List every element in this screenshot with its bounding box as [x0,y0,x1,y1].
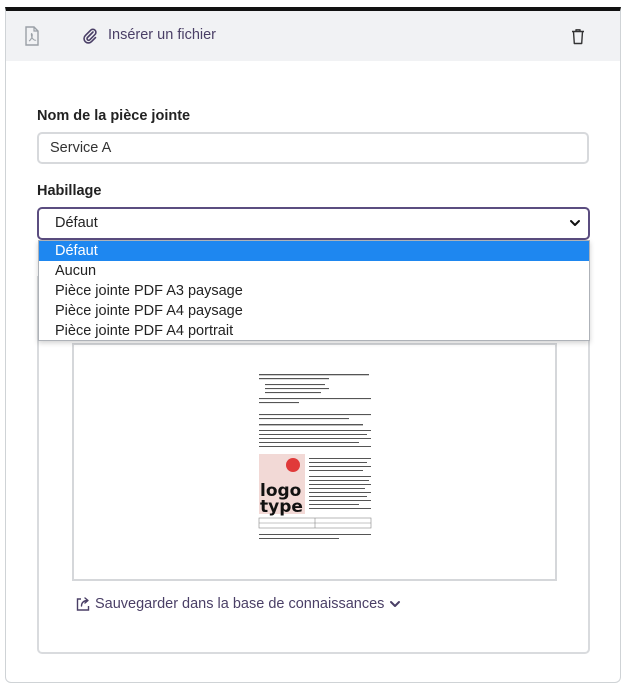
save-to-knowledge-base-link[interactable]: Sauvegarder dans la base de connaissance… [75,594,401,614]
attachment-card: Insérer un fichier Nom de la pièce joint… [5,7,621,683]
attachment-toolbar: Insérer un fichier [6,11,620,61]
habillage-dropdown-list: Défaut Aucun Pièce jointe PDF A3 paysage… [38,240,590,341]
document-preview-thumbnail: logo type [258,374,372,539]
habillage-selected-value: Défaut [55,215,98,231]
habillage-option-a4-portrait[interactable]: Pièce jointe PDF A4 portrait [39,321,589,341]
habillage-select[interactable]: Défaut [37,207,590,240]
habillage-option-defaut[interactable]: Défaut [39,241,589,261]
paperclip-icon[interactable] [81,27,99,45]
document-preview-frame: logo type [72,343,557,581]
habillage-option-aucun[interactable]: Aucun [39,261,589,281]
attachment-name-input[interactable]: Service A [37,132,589,164]
habillage-option-a4-paysage[interactable]: Pièce jointe PDF A4 paysage [39,301,589,321]
share-icon [76,597,90,611]
logo-text-bottom: type [260,497,303,517]
trash-icon[interactable] [569,26,587,46]
chevron-down-icon [570,220,580,226]
save-link-label: Sauvegarder dans la base de connaissance… [95,596,385,612]
chevron-down-icon [390,601,401,607]
pdf-file-icon[interactable] [23,25,41,47]
insert-file-button[interactable]: Insérer un fichier [108,27,216,43]
attachment-name-label: Nom de la pièce jointe [37,108,191,124]
habillage-option-a3-paysage[interactable]: Pièce jointe PDF A3 paysage [39,281,589,301]
habillage-label: Habillage [37,183,102,199]
